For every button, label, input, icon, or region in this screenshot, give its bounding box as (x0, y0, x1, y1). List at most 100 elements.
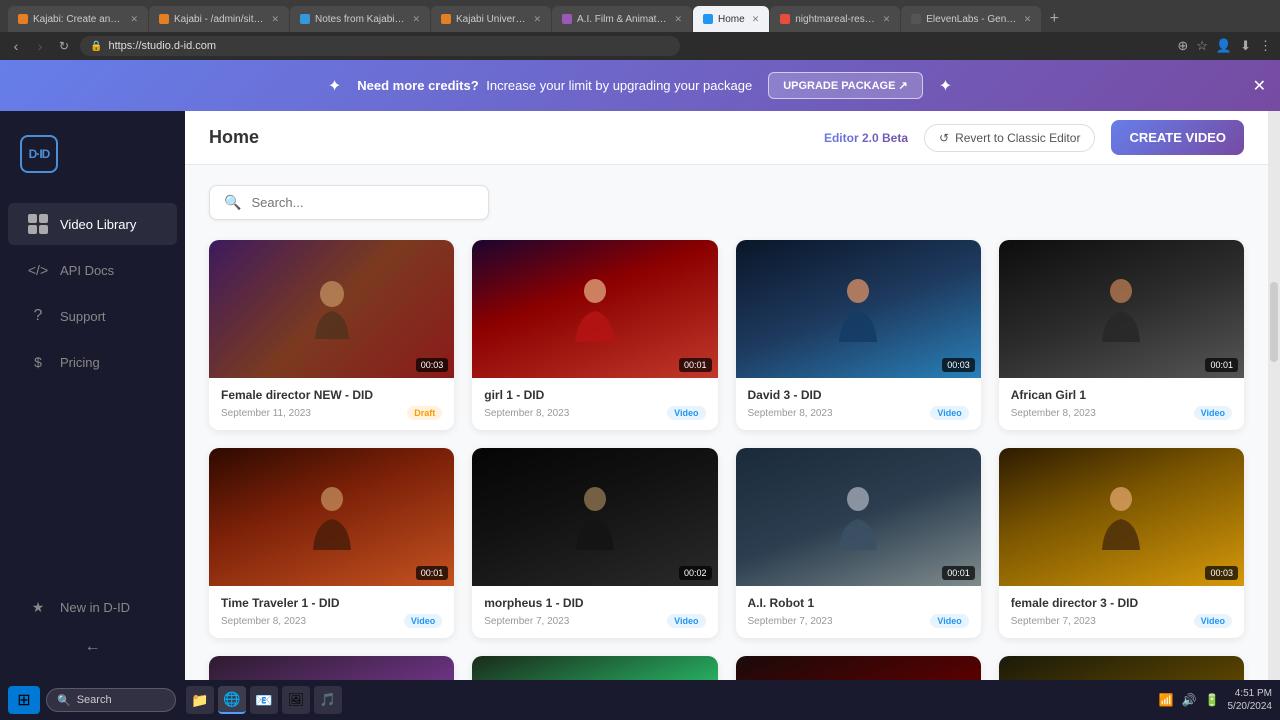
tab-close-icon[interactable]: ✕ (674, 14, 682, 25)
video-badge-video: Video (404, 614, 442, 628)
figure-silhouette (1096, 277, 1146, 342)
tab-kajabi-university[interactable]: Kajabi University ✕ (431, 6, 551, 32)
video-card-9[interactable]: RRCG female director - DID (472, 656, 717, 680)
taskbar-clock[interactable]: 4:51 PM 5/20/2024 (1228, 687, 1273, 713)
banner-text: Need more credits? Increase your limit b… (357, 78, 752, 93)
video-card-2[interactable]: 00:03 David 3 - DID September 8, 2023 Vi… (736, 240, 981, 430)
network-icon[interactable]: 📶 (1159, 693, 1174, 707)
tab-close-icon[interactable]: ✕ (883, 14, 891, 25)
browser-toolbar-icons: ⊕ ☆ 👤 ⬇ ⋮ (1177, 38, 1272, 54)
video-info: Female director NEW - DID September 11, … (209, 378, 454, 430)
upgrade-package-button[interactable]: UPGRADE PACKAGE ↗ (768, 72, 923, 99)
code-icon: </> (28, 260, 48, 280)
tab-close-icon[interactable]: ✕ (752, 14, 760, 25)
duration-badge: 00:01 (942, 566, 975, 580)
figure-silhouette (570, 485, 620, 550)
sidebar-item-api-docs[interactable]: </> API Docs (8, 249, 177, 291)
video-title: female director 3 - DID (1011, 596, 1232, 610)
figure-silhouette (307, 485, 357, 550)
taskbar-apps: 📁 🌐 📧 🖼 🎵 (186, 686, 342, 714)
bookmark-icon[interactable]: ☆ (1196, 38, 1208, 54)
video-info: A.I. Robot 1 September 7, 2023 Video (736, 586, 981, 638)
tab-notes-kajabi[interactable]: Notes from Kajabi Uni... ✕ (290, 6, 430, 32)
forward-button[interactable]: › (32, 38, 48, 54)
duration-badge: 00:01 (1205, 358, 1238, 372)
duration-badge: 00:01 (679, 358, 712, 372)
video-card-5[interactable]: 00:02 morpheus 1 - DID September 7, 2023… (472, 448, 717, 638)
taskbar-app-chrome[interactable]: 🌐 (218, 686, 246, 714)
tab-ai-film[interactable]: A.I. Film & Animation ... ✕ (552, 6, 692, 32)
figure-silhouette (1096, 485, 1146, 550)
video-title: girl 1 - DID (484, 388, 705, 402)
search-input[interactable] (251, 195, 474, 210)
tab-close-icon[interactable]: ✕ (130, 14, 138, 25)
logo: D·ID (0, 127, 185, 201)
video-date: September 7, 2023 (484, 616, 569, 627)
video-card-0[interactable]: 00:03 Female director NEW - DID Septembe… (209, 240, 454, 430)
taskbar-app-mail[interactable]: 📧 (250, 686, 278, 714)
duration-badge: 00:01 (416, 566, 449, 580)
tab-close-icon[interactable]: ✕ (1024, 14, 1032, 25)
taskbar-search[interactable]: 🔍 Search (46, 688, 176, 712)
revert-to-classic-button[interactable]: ↺ Revert to Classic Editor (924, 124, 1095, 152)
video-date: September 8, 2023 (748, 408, 833, 419)
back-button[interactable]: ‹ (8, 38, 24, 54)
tab-home-active[interactable]: Home ✕ (693, 6, 769, 32)
video-card-4[interactable]: 00:01 Time Traveler 1 - DID September 8,… (209, 448, 454, 638)
video-card-6[interactable]: 00:01 A.I. Robot 1 September 7, 2023 Vid… (736, 448, 981, 638)
duration-badge: 00:03 (416, 358, 449, 372)
tab-elevenlabs[interactable]: ElevenLabs - Genera... ✕ (901, 6, 1041, 32)
video-thumbnail: 00:03 (736, 240, 981, 378)
video-date: September 7, 2023 (1011, 616, 1096, 627)
scroll-indicator-area (1268, 111, 1280, 680)
video-date: September 8, 2023 (484, 408, 569, 419)
video-badge-video: Video (667, 614, 705, 628)
search-bar[interactable]: 🔍 (209, 185, 489, 220)
sidebar-item-new-in-did[interactable]: ★ New in D-ID (8, 586, 177, 628)
video-title: morpheus 1 - DID (484, 596, 705, 610)
video-card-7[interactable]: 00:03 female director 3 - DID September … (999, 448, 1244, 638)
logo-mark: D·ID (20, 135, 58, 173)
address-input[interactable]: 🔒 https://studio.d-id.com (80, 36, 680, 56)
video-badge-video: Video (1194, 406, 1232, 420)
help-icon: ? (28, 306, 48, 326)
sidebar-item-pricing[interactable]: $ Pricing (8, 341, 177, 383)
sidebar-collapse-button[interactable]: ← (0, 630, 185, 664)
banner-close-button[interactable]: ✕ (1253, 76, 1266, 96)
tab-close-icon[interactable]: ✕ (271, 14, 279, 25)
video-card-11[interactable]: 00:00 Director - DID (999, 656, 1244, 680)
tab-close-icon[interactable]: ✕ (533, 14, 541, 25)
extensions-icon[interactable]: ⊕ (1177, 38, 1188, 54)
menu-icon[interactable]: ⋮ (1259, 38, 1272, 54)
profile-icon[interactable]: 👤 (1216, 38, 1232, 54)
sound-icon[interactable]: 🔊 (1182, 693, 1197, 707)
scroll-thumb[interactable] (1270, 282, 1278, 362)
video-thumbnail: 00:01 (472, 240, 717, 378)
video-card-8[interactable]: 00:03 female director 2 - DID (209, 656, 454, 680)
refresh-button[interactable]: ↻ (56, 39, 72, 53)
sidebar-item-support[interactable]: ? Support (8, 295, 177, 337)
app-header: Home Editor 2.0 Beta ↺ Revert to Classic… (185, 111, 1268, 165)
tab-kajabi-create[interactable]: Kajabi: Create and se... ✕ (8, 6, 148, 32)
taskbar-app-photos[interactable]: 🖼 (282, 686, 310, 714)
video-badge-video: Video (930, 614, 968, 628)
dollar-icon: $ (28, 352, 48, 372)
download-icon[interactable]: ⬇ (1240, 38, 1251, 54)
taskbar-app-spotify[interactable]: 🎵 (314, 686, 342, 714)
tab-close-icon[interactable]: ✕ (412, 14, 420, 25)
create-video-button[interactable]: CREATE VIDEO (1111, 120, 1244, 155)
app-container: ✦ Need more credits? Increase your limit… (0, 60, 1280, 680)
battery-icon[interactable]: 🔋 (1205, 693, 1220, 707)
search-icon: 🔍 (57, 694, 71, 707)
tab-kajabi-admin[interactable]: Kajabi - /admin/sites... ✕ (149, 6, 289, 32)
start-button[interactable]: ⊞ (8, 686, 40, 714)
taskbar-app-explorer[interactable]: 📁 (186, 686, 214, 714)
video-card-1[interactable]: 00:01 girl 1 - DID September 8, 2023 Vid… (472, 240, 717, 430)
page-title: Home (209, 127, 259, 148)
new-tab-button[interactable]: + (1042, 9, 1066, 29)
tab-nightmare[interactable]: nightmareal-res:... ✕ (770, 6, 900, 32)
video-card-3[interactable]: 00:01 African Girl 1 September 8, 2023 V… (999, 240, 1244, 430)
video-card-10[interactable]: Untitled video (736, 656, 981, 680)
sidebar-item-video-library[interactable]: Video Library (8, 203, 177, 245)
video-badge-video: Video (1194, 614, 1232, 628)
